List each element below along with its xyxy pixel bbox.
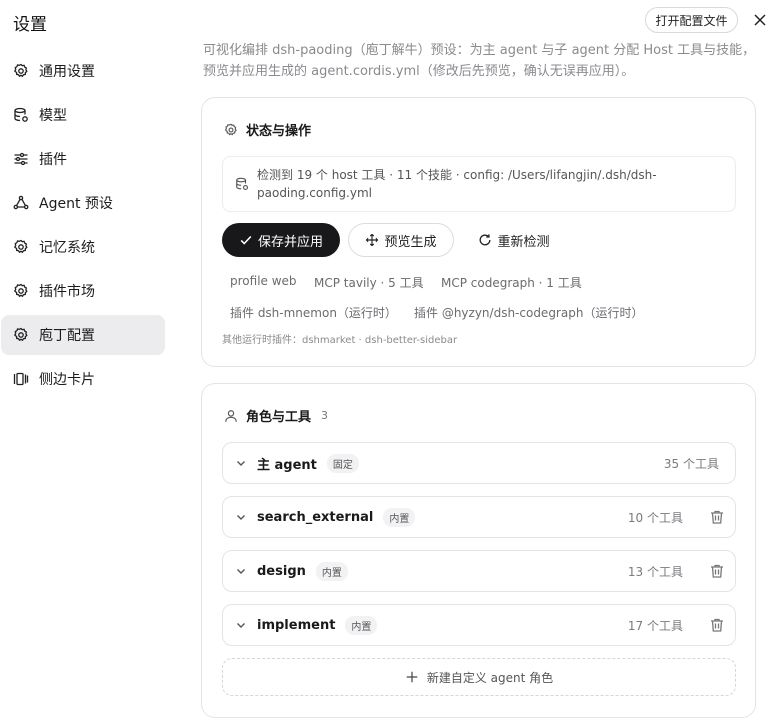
check-icon (240, 235, 252, 245)
chevron-down-icon[interactable] (235, 457, 247, 469)
open-config-button[interactable]: 打开配置文件 (645, 7, 738, 33)
roles-count-badge: 3 (321, 409, 329, 422)
role-row-implement[interactable]: implement 内置 17 个工具 (222, 604, 736, 646)
role-tag: 内置 (345, 615, 378, 635)
user-icon (224, 409, 238, 423)
status-card: 状态与操作 检测到 19 个 host 工具 · 11 个技能 · config… (201, 97, 756, 367)
sidebar-item-agent-presets[interactable]: Agent 预设 (1, 183, 165, 223)
chip-plugin-codegraph: 插件 @hyzyn/dsh-codegraph（运行时） (414, 306, 644, 320)
chevron-down-icon[interactable] (235, 619, 247, 631)
sliders-icon (13, 151, 29, 167)
sidebar-item-memory[interactable]: 记忆系统 (1, 227, 165, 267)
role-name: 主 agent (257, 457, 317, 473)
chip-profile: profile web (230, 274, 297, 288)
sidebar-item-label: 记忆系统 (39, 240, 95, 256)
role-tool-count: 17 个工具 (627, 618, 683, 633)
sidebar-item-label: 通用设置 (39, 64, 95, 80)
sidebar-item-plugin-market[interactable]: 插件市场 (1, 271, 165, 311)
status-card-header: 状态与操作 (224, 120, 311, 139)
preview-generate-button[interactable]: 预览生成 (348, 223, 454, 257)
database-icon (13, 107, 29, 123)
roles-card: 角色与工具 3 主 agent 固定 35 个工具 search_externa… (201, 383, 756, 718)
chevron-down-icon[interactable] (235, 511, 247, 523)
save-and-apply-button[interactable]: 保存并应用 (222, 223, 340, 257)
gear-icon (13, 327, 29, 343)
refresh-icon (480, 234, 491, 246)
trash-icon[interactable] (709, 563, 725, 579)
chip-mcp-codegraph: MCP codegraph · 1 工具 (441, 276, 582, 290)
role-row-search-external[interactable]: search_external 内置 10 个工具 (222, 496, 736, 538)
detection-info-text: 检测到 19 个 host 工具 · 11 个技能 · config: /Use… (257, 168, 657, 200)
role-tag: 固定 (326, 453, 359, 473)
recheck-label: 重新检测 (497, 234, 550, 250)
sidebar-item-side-cards[interactable]: 侧边卡片 (1, 359, 165, 399)
role-tag: 内置 (383, 507, 416, 527)
sidebar-item-general[interactable]: 通用设置 (1, 51, 165, 91)
sidebar-item-plugins[interactable]: 插件 (1, 139, 165, 179)
agent-icon (13, 195, 29, 211)
chip-plugin-mnemon: 插件 dsh-mnemon（运行时） (230, 306, 397, 320)
new-custom-role-button[interactable]: 新建自定义 agent 角色 (222, 658, 736, 696)
sidebar-item-label: 插件 (39, 152, 67, 168)
sidebar-item-label: Agent 预设 (39, 196, 113, 212)
sidebar-item-paoding-config[interactable]: 庖丁配置 (1, 315, 165, 355)
cards-icon (13, 371, 29, 387)
role-name: design (257, 563, 306, 579)
move-icon (366, 233, 379, 247)
plus-icon (406, 671, 418, 683)
sidebar-item-label: 侧边卡片 (39, 372, 95, 388)
detection-info: 检测到 19 个 host 工具 · 11 个技能 · config: /Use… (222, 156, 736, 212)
role-name: implement (257, 617, 336, 633)
database-icon (235, 177, 249, 191)
gear-icon (224, 123, 238, 137)
close-icon[interactable] (752, 12, 768, 28)
settings-title: 设置 (13, 15, 47, 35)
trash-icon[interactable] (709, 509, 725, 525)
chevron-down-icon[interactable] (235, 565, 247, 577)
recheck-button[interactable]: 重新检测 (466, 223, 562, 257)
role-tool-count: 35 个工具 (663, 456, 719, 471)
role-row-design[interactable]: design 内置 13 个工具 (222, 550, 736, 592)
status-card-title: 状态与操作 (246, 124, 312, 139)
gear-icon (13, 283, 29, 299)
trash-icon[interactable] (709, 617, 725, 633)
sidebar-item-model[interactable]: 模型 (1, 95, 165, 135)
save-and-apply-label: 保存并应用 (257, 234, 323, 250)
sidebar-item-label: 插件市场 (39, 284, 95, 300)
role-row-main-agent[interactable]: 主 agent 固定 35 个工具 (222, 442, 736, 484)
role-tool-count: 13 个工具 (627, 564, 683, 579)
preview-generate-label: 预览生成 (384, 234, 437, 250)
roles-card-header: 角色与工具 3 (224, 406, 328, 425)
role-tool-count: 10 个工具 (627, 510, 683, 525)
roles-card-title: 角色与工具 (246, 410, 312, 425)
role-name: search_external (257, 509, 374, 525)
page-description: 可视化编排 dsh-paoding（庖丁解牛）预设：为主 agent 与子 ag… (203, 43, 756, 79)
sidebar-item-label: 庖丁配置 (39, 328, 95, 344)
gear-icon (13, 239, 29, 255)
role-tag: 内置 (315, 561, 348, 581)
new-custom-role-label: 新建自定义 agent 角色 (426, 670, 554, 685)
sidebar-item-label: 模型 (39, 108, 67, 124)
chip-mcp-tavily: MCP tavily · 5 工具 (314, 276, 424, 290)
gear-icon (13, 63, 29, 79)
other-runtime-plugins: 其他运行时插件：dshmarket · dsh-better-sidebar (222, 335, 458, 346)
